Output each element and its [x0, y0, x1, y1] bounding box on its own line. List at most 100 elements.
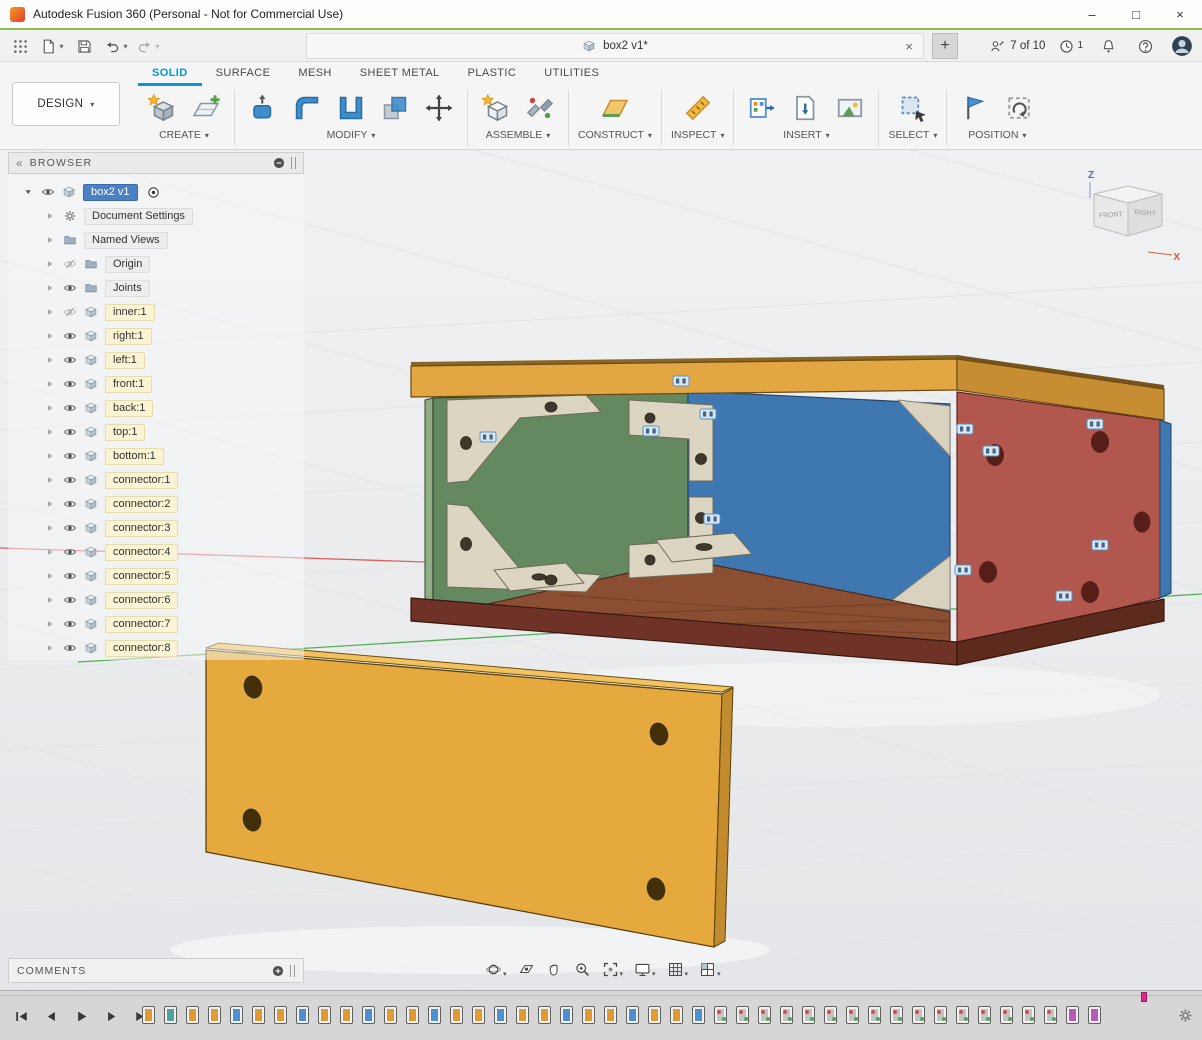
- visibility-eye-icon[interactable]: [61, 352, 79, 368]
- browser-item-label[interactable]: inner:1: [105, 304, 155, 321]
- timeline-feature-component[interactable]: [274, 1006, 287, 1024]
- visibility-eye-icon[interactable]: [61, 592, 79, 608]
- browser-row[interactable]: connector:5: [8, 564, 304, 588]
- browser-item-label[interactable]: Joints: [105, 280, 150, 297]
- visibility-eye-icon[interactable]: [61, 328, 79, 344]
- browser-item-label[interactable]: connector:4: [105, 544, 178, 561]
- select-dropdown[interactable]: SELECT▾: [888, 129, 937, 141]
- timeline-feature-extrude[interactable]: [230, 1006, 243, 1024]
- front-panel-body[interactable]: [206, 643, 733, 947]
- expand-arrow-icon[interactable]: [42, 304, 58, 320]
- notifications-button[interactable]: [1096, 33, 1120, 59]
- tab-sheet-metal[interactable]: SHEET METAL: [346, 62, 454, 86]
- combine-icon[interactable]: [376, 89, 414, 127]
- browser-row[interactable]: connector:3: [8, 516, 304, 540]
- visibility-eye-icon[interactable]: [61, 448, 79, 464]
- timeline-feature-extrude[interactable]: [494, 1006, 507, 1024]
- timeline-feature-joint[interactable]: [1044, 1006, 1057, 1024]
- visibility-eye-icon[interactable]: [61, 424, 79, 440]
- timeline-feature-extrude[interactable]: [626, 1006, 639, 1024]
- assemble-dropdown[interactable]: ASSEMBLE▾: [486, 129, 551, 141]
- timeline-feature-joint[interactable]: [1022, 1006, 1035, 1024]
- add-comment-icon[interactable]: [271, 964, 285, 978]
- comments-panel[interactable]: COMMENTS: [8, 958, 304, 983]
- visibility-eye-icon[interactable]: [61, 472, 79, 488]
- expand-arrow-icon[interactable]: [42, 328, 58, 344]
- timeline-feature-component[interactable]: [538, 1006, 551, 1024]
- maximize-button[interactable]: □: [1114, 0, 1158, 28]
- visibility-eye-icon[interactable]: [61, 280, 79, 296]
- joint-icon[interactable]: [521, 89, 559, 127]
- visibility-off-icon[interactable]: [61, 256, 79, 272]
- step-forward-button[interactable]: [100, 1005, 122, 1027]
- capture-position-icon[interactable]: [956, 89, 994, 127]
- timeline-feature-joint[interactable]: [1000, 1006, 1013, 1024]
- browser-item-label[interactable]: connector:6: [105, 592, 178, 609]
- browser-root-row[interactable]: box2 v1: [8, 180, 304, 204]
- recent-activity-button[interactable]: 1: [1058, 38, 1083, 55]
- file-menu-button[interactable]: ▾: [40, 33, 64, 59]
- new-solid-icon[interactable]: [143, 89, 181, 127]
- timeline-position-marker[interactable]: [1141, 992, 1147, 1002]
- document-tab[interactable]: box2 v1* ×: [306, 33, 924, 59]
- collapse-panel-icon[interactable]: «: [16, 156, 23, 170]
- visibility-eye-icon[interactable]: [61, 616, 79, 632]
- browser-item-label[interactable]: Document Settings: [84, 208, 193, 225]
- browser-item-label[interactable]: connector:5: [105, 568, 178, 585]
- activate-component-radio[interactable]: [146, 185, 161, 200]
- fillet-icon[interactable]: [288, 89, 326, 127]
- browser-row[interactable]: front:1: [8, 372, 304, 396]
- panel-drag-grip[interactable]: [291, 157, 296, 169]
- app-grid-button[interactable]: [8, 33, 32, 59]
- viewport[interactable]: « BROWSER box2 v1 Document SettingsNamed…: [0, 150, 1202, 990]
- browser-row[interactable]: bottom:1: [8, 444, 304, 468]
- browser-row[interactable]: Joints: [8, 276, 304, 300]
- browser-row[interactable]: Document Settings: [8, 204, 304, 228]
- shell-icon[interactable]: [332, 89, 370, 127]
- timeline-feature-component[interactable]: [604, 1006, 617, 1024]
- undo-button[interactable]: ▾: [104, 33, 128, 59]
- move-copy-icon[interactable]: [420, 89, 458, 127]
- skip-to-start-button[interactable]: [10, 1005, 32, 1027]
- browser-row[interactable]: back:1: [8, 396, 304, 420]
- visibility-off-icon[interactable]: [61, 304, 79, 320]
- new-component-icon[interactable]: [477, 89, 515, 127]
- timeline-feature-joint[interactable]: [736, 1006, 749, 1024]
- timeline-feature-component[interactable]: [582, 1006, 595, 1024]
- browser-item-label[interactable]: back:1: [105, 400, 153, 417]
- close-button[interactable]: ×: [1158, 0, 1202, 28]
- browser-item-label[interactable]: Named Views: [84, 232, 168, 249]
- browser-row[interactable]: inner:1: [8, 300, 304, 324]
- timeline-feature-component[interactable]: [670, 1006, 683, 1024]
- expand-arrow-icon[interactable]: [42, 424, 58, 440]
- insert-dropdown[interactable]: INSERT▾: [783, 129, 829, 141]
- step-back-button[interactable]: [40, 1005, 62, 1027]
- press-pull-icon[interactable]: [244, 89, 282, 127]
- browser-item-label[interactable]: front:1: [105, 376, 152, 393]
- timeline-feature-joint[interactable]: [890, 1006, 903, 1024]
- expand-arrow-icon[interactable]: [42, 376, 58, 392]
- pan-button[interactable]: [543, 957, 566, 981]
- minimize-button[interactable]: –: [1070, 0, 1114, 28]
- insert-derive-icon[interactable]: [743, 89, 781, 127]
- timeline-feature-joint[interactable]: [934, 1006, 947, 1024]
- viewcube[interactable]: Z X FRONT RIGHT: [1076, 164, 1186, 264]
- construct-plane-icon[interactable]: [596, 89, 634, 127]
- timeline-feature-joint[interactable]: [802, 1006, 815, 1024]
- expand-arrow-icon[interactable]: [42, 568, 58, 584]
- visibility-eye-icon[interactable]: [39, 184, 57, 200]
- help-button[interactable]: [1133, 33, 1157, 59]
- timeline-feature-component[interactable]: [252, 1006, 265, 1024]
- browser-row[interactable]: Origin: [8, 252, 304, 276]
- tab-solid[interactable]: SOLID: [138, 62, 202, 86]
- browser-item-label[interactable]: connector:3: [105, 520, 178, 537]
- expand-arrow-icon[interactable]: [20, 184, 36, 200]
- browser-row[interactable]: connector:1: [8, 468, 304, 492]
- panel-drag-grip[interactable]: [290, 965, 295, 977]
- timeline-feature-component[interactable]: [406, 1006, 419, 1024]
- workspace-switcher[interactable]: DESIGN ▾: [12, 82, 120, 126]
- root-component-label[interactable]: box2 v1: [83, 184, 138, 201]
- expand-arrow-icon[interactable]: [42, 592, 58, 608]
- expand-arrow-icon[interactable]: [42, 472, 58, 488]
- browser-row[interactable]: Named Views: [8, 228, 304, 252]
